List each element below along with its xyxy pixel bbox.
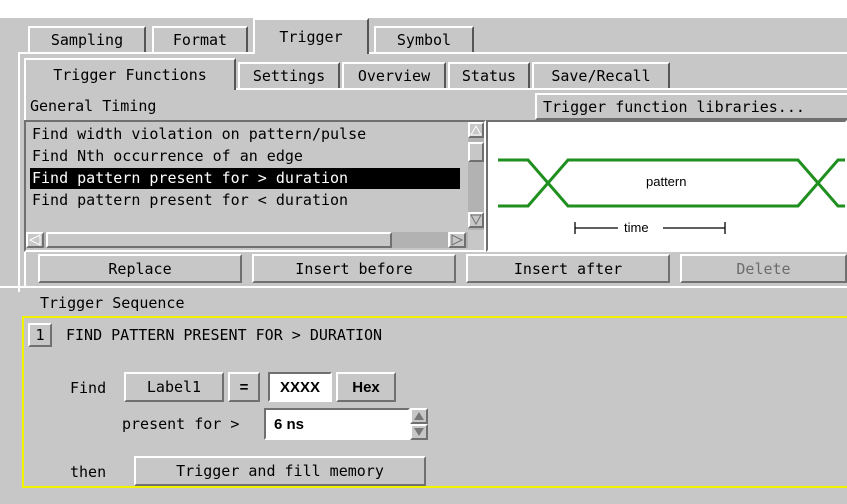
time-label: time <box>624 220 649 235</box>
function-item[interactable]: Find Nth occurrence of an edge <box>30 146 303 167</box>
scroll-right-arrow-icon[interactable] <box>448 232 466 248</box>
top-margin <box>0 0 847 18</box>
category-label: General Timing <box>30 97 157 115</box>
subtab-trigger-functions[interactable]: Trigger Functions <box>24 58 236 90</box>
step-title: FIND PATTERN PRESENT FOR > DURATION <box>66 326 383 344</box>
tab-format[interactable]: Format <box>152 26 248 52</box>
pattern-value-input[interactable]: XXXX <box>268 372 332 402</box>
timing-diagram: pattern time <box>486 120 847 252</box>
then-label: then <box>70 463 107 481</box>
insert-after-button[interactable]: Insert after <box>466 254 670 283</box>
tab-sampling[interactable]: Sampling <box>28 26 146 52</box>
scroll-up-arrow-icon[interactable] <box>468 122 484 138</box>
find-label: Find <box>70 379 107 397</box>
function-item-selected[interactable]: Find pattern present for > duration <box>30 168 460 189</box>
subtab-save-recall[interactable]: Save/Recall <box>532 62 670 88</box>
spinner-down-arrow-icon[interactable] <box>410 424 428 440</box>
trigger-sequence-title: Trigger Sequence <box>40 294 185 312</box>
function-list: Find width violation on pattern/pulse Fi… <box>24 120 486 252</box>
function-item[interactable]: Find width violation on pattern/pulse <box>30 124 366 145</box>
main-tab-bar: Sampling Format Trigger Symbol <box>28 18 847 54</box>
function-list-vscroll[interactable] <box>468 122 484 230</box>
replace-button[interactable]: Replace <box>38 254 242 283</box>
function-list-hscroll[interactable] <box>26 232 468 248</box>
scroll-down-arrow-icon[interactable] <box>468 212 484 228</box>
label-select-button[interactable]: Label1 <box>124 372 224 402</box>
subtab-settings[interactable]: Settings <box>238 62 340 88</box>
step-number-button[interactable]: 1 <box>28 323 52 347</box>
base-select-button[interactable]: Hex <box>336 372 396 402</box>
hscroll-thumb[interactable] <box>46 232 392 248</box>
subtab-overview[interactable]: Overview <box>342 62 446 88</box>
scroll-left-arrow-icon[interactable] <box>26 232 44 248</box>
duration-input[interactable]: 6 ns <box>264 408 410 440</box>
function-item[interactable]: Find pattern present for < duration <box>30 190 348 211</box>
present-for-label: present for > <box>122 415 240 433</box>
spinner-up-arrow-icon[interactable] <box>410 408 428 424</box>
tab-trigger[interactable]: Trigger <box>253 18 369 54</box>
trigger-sequence-panel: 1 FIND PATTERN PRESENT FOR > DURATION Fi… <box>22 316 847 488</box>
divider <box>0 286 847 288</box>
pattern-label: pattern <box>646 174 687 189</box>
subtab-status[interactable]: Status <box>448 62 530 88</box>
tab-symbol[interactable]: Symbol <box>374 26 474 52</box>
sub-tab-bar: Trigger Functions Settings Overview Stat… <box>24 58 847 90</box>
operator-button[interactable]: = <box>228 372 260 402</box>
insert-before-button[interactable]: Insert before <box>252 254 456 283</box>
trigger-action-button[interactable]: Trigger and fill memory <box>134 456 426 486</box>
duration-spinner[interactable] <box>410 408 428 440</box>
trigger-function-libraries-button[interactable]: Trigger function libraries... <box>535 93 847 120</box>
delete-button[interactable]: Delete <box>680 254 847 283</box>
vscroll-thumb[interactable] <box>468 142 484 162</box>
